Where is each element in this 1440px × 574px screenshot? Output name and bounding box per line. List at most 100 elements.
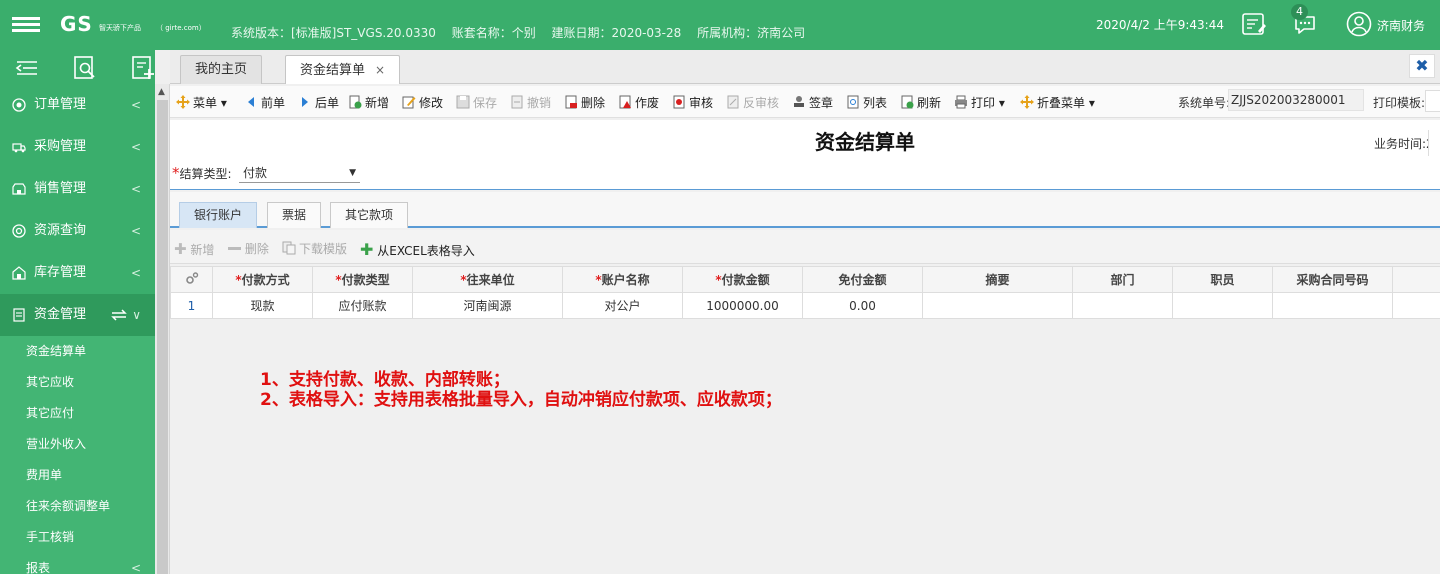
sidebar-subitem-expense[interactable]: 费用单 [0, 460, 155, 491]
add-button[interactable]: 新增 [348, 94, 389, 111]
tab-other-funds[interactable]: 其它款项 [330, 202, 409, 228]
seal-button[interactable]: 签章 [792, 94, 833, 111]
copy-icon [282, 241, 296, 255]
sidebar-subitem-manual-writeoff[interactable]: 手工核销 [0, 522, 155, 553]
column-header[interactable]: *付款方式 [212, 266, 313, 293]
triangle-right-icon [302, 97, 308, 107]
scroll-up-icon[interactable]: ▲ [158, 87, 165, 97]
sidebar-scrollbar[interactable]: ▲ [155, 84, 170, 574]
table-cell[interactable]: 0.00 [802, 292, 923, 319]
audit-button[interactable]: 审核 [672, 94, 713, 111]
grid-delete-button[interactable]: 删除 [228, 240, 269, 257]
table-cell[interactable] [1272, 292, 1393, 319]
prev-button[interactable]: 前单 [244, 94, 285, 111]
system-number-field[interactable]: ZJJS202003280001 [1228, 89, 1364, 111]
tab-label: 资金结算单 [300, 63, 366, 78]
header-label: 账户名称 [601, 273, 650, 287]
sidebar-item-label: 报表 [26, 561, 51, 574]
sidebar-item-inventory[interactable]: 库存管理 < [0, 252, 155, 294]
print-template-select[interactable] [1425, 90, 1440, 112]
collapse-sidebar-icon[interactable] [14, 55, 40, 81]
delete-button[interactable]: 删除 [564, 94, 605, 111]
revoke-button[interactable]: 撤销 [510, 94, 551, 111]
scrollbar-thumb[interactable] [157, 100, 168, 574]
sidebar-item-sales[interactable]: 销售管理 < [0, 168, 155, 210]
select-value: 付款 [243, 166, 268, 180]
truck-icon [12, 143, 26, 153]
download-template-button[interactable]: 下载模版 [282, 240, 347, 257]
sidebar-item-order[interactable]: 订单管理 < [0, 84, 155, 126]
grid-add-button[interactable]: ✚ 新增 [174, 240, 214, 258]
feature-notes: 1、支持付款、收款、内部转账； 2、表格导入：支持用表格批量导入，自动冲销应付款… [260, 370, 782, 410]
menu-button[interactable]: 菜单 ▾ [176, 94, 227, 111]
stamp-icon [794, 96, 804, 107]
table-cell[interactable]: 对公户 [562, 292, 683, 319]
toolbar-label: 折叠菜单 [1037, 96, 1086, 110]
void-button[interactable]: 作废 [618, 94, 659, 111]
notepad-icon[interactable] [1241, 11, 1267, 37]
table-cell[interactable]: 应付账款 [312, 292, 413, 319]
table-cell[interactable]: 现款 [212, 292, 313, 319]
next-button[interactable]: 后单 [298, 94, 339, 111]
column-settings-cell[interactable] [170, 266, 213, 293]
sidebar-subitem-non-operating-income[interactable]: 营业外收入 [0, 429, 155, 460]
unaudit-button[interactable]: 反审核 [726, 94, 779, 111]
business-time-field[interactable] [1428, 130, 1440, 156]
plus-icon: ✚ [174, 240, 187, 258]
edit-button[interactable]: 修改 [402, 94, 443, 111]
close-icon[interactable]: × [375, 63, 385, 77]
chevron-down-icon: ∨ [132, 308, 141, 322]
print-button[interactable]: 打印 ▾ [954, 94, 1005, 111]
sidebar-subitem-other-payable[interactable]: 其它应付 [0, 398, 155, 429]
column-header[interactable]: 部门 [1072, 266, 1173, 293]
table-cell[interactable]: 河南闽源 [412, 292, 563, 319]
column-header[interactable]: 职员 [1172, 266, 1273, 293]
search-document-icon[interactable] [72, 55, 98, 81]
user-avatar-icon[interactable] [1346, 11, 1372, 37]
close-all-tabs-button[interactable]: ✖ [1409, 54, 1435, 78]
column-header[interactable]: 采购合同号码 [1272, 266, 1393, 293]
list-button[interactable]: 列表 [846, 94, 887, 111]
column-header[interactable]: 摘要 [922, 266, 1073, 293]
column-header[interactable]: *账户名称 [562, 266, 683, 293]
table-cell[interactable]: 1000000.00 [682, 292, 803, 319]
sidebar-subitem-reports[interactable]: 报表 < [0, 553, 155, 574]
fold-menu-button[interactable]: 折叠菜单 ▾ [1020, 94, 1095, 111]
sidebar-item-purchase[interactable]: 采购管理 < [0, 126, 155, 168]
sidebar-item-label: 销售管理 [34, 181, 87, 196]
switch-arrows-icon[interactable] [110, 309, 128, 321]
sidebar-item-funds[interactable]: 资金管理 ∨ [0, 294, 155, 336]
sidebar-item-label: 订单管理 [34, 97, 87, 112]
sidebar-subitem-other-receivable[interactable]: 其它应收 [0, 367, 155, 398]
tab-bank-account[interactable]: 银行账户 [179, 202, 258, 228]
sidebar-item-label: 资源查询 [34, 223, 87, 238]
column-header[interactable]: *付款类型 [312, 266, 413, 293]
sidebar-subitem-settlement[interactable]: 资金结算单 [0, 336, 155, 367]
refresh-button[interactable]: 刷新 [900, 94, 941, 111]
column-header[interactable]: *付款金额 [682, 266, 803, 293]
logo-site: （ girte.com） [156, 24, 206, 32]
delete-icon [565, 95, 577, 109]
grid-toolbar: ✚ 新增 删除 下载模版 ✚ 从EXCEL表格导入 [170, 230, 1440, 264]
build-date: 建账日期：2020-03-28 [551, 26, 682, 40]
save-button[interactable]: 保存 [456, 94, 497, 111]
sidebar-item-resource-query[interactable]: 资源查询 < [0, 210, 155, 252]
gear-icon[interactable] [185, 271, 199, 285]
tab-bills[interactable]: 票据 [267, 202, 322, 228]
table-cell[interactable] [922, 292, 1073, 319]
sidebar-subitem-balance-adjust[interactable]: 往来余额调整单 [0, 491, 155, 522]
settlement-type-select[interactable]: 付款 ▼ [239, 163, 360, 183]
table-row[interactable]: 1 现款 应付账款 河南闽源 对公户 1000000.00 0.00 [170, 292, 1440, 319]
import-excel-button[interactable]: ✚ 从EXCEL表格导入 [360, 240, 475, 259]
table-cell[interactable] [1072, 292, 1173, 319]
tab-home[interactable]: 我的主页 [180, 55, 263, 84]
table-cell[interactable] [1172, 292, 1273, 319]
toolbar-label: 刷新 [917, 96, 942, 110]
user-name[interactable]: 济南财务 [1377, 17, 1425, 34]
column-header[interactable]: *往来单位 [412, 266, 563, 293]
hamburger-menu-icon[interactable] [12, 17, 42, 33]
add-document-icon[interactable] [130, 55, 155, 81]
column-header[interactable]: 免付金额 [802, 266, 923, 293]
tab-settlement[interactable]: 资金结算单 × [285, 55, 401, 84]
print-template-label: 打印模板: [1373, 96, 1426, 110]
